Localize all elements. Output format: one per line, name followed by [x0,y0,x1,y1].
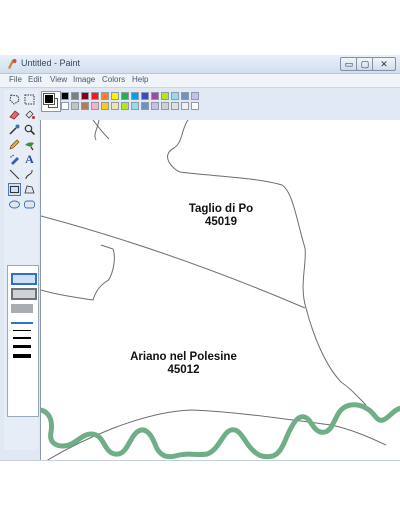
palette-swatch[interactable] [111,92,119,100]
paint-app-icon [8,59,17,69]
fill-icon[interactable] [23,108,36,121]
close-button[interactable]: ✕ [372,57,396,71]
menu-edit[interactable]: Edit [28,75,42,84]
map-border-line [41,244,115,301]
postal-code: 45019 [205,216,237,228]
airbrush-icon[interactable] [8,153,21,166]
place-label-ariano: Ariano nel Polesine 45012 [111,351,256,377]
palette-swatch[interactable] [181,102,189,110]
palette-swatch[interactable] [81,102,89,110]
color-palette [41,91,201,113]
palette-swatch[interactable] [111,102,119,110]
line-width-2[interactable] [13,337,31,339]
palette-swatch[interactable] [171,102,179,110]
map-border-line [41,215,306,309]
palette-swatch[interactable] [91,102,99,110]
current-colors[interactable] [41,91,61,112]
window-title: Untitled - Paint [21,58,81,68]
palette-swatch[interactable] [91,92,99,100]
drawing-canvas[interactable]: Taglio di Po 45019 Ariano nel Polesine 4… [40,120,400,461]
river-line [41,402,400,460]
place-name: Ariano nel Polesine [130,351,237,363]
palette-swatch[interactable] [151,102,159,110]
brush-icon[interactable] [23,138,36,151]
line-width-3[interactable] [13,345,31,348]
fill-style-fill[interactable] [11,304,33,313]
tool-options-panel [7,265,39,417]
menu-image[interactable]: Image [73,75,95,84]
palette-swatch[interactable] [101,102,109,110]
palette-swatch[interactable] [151,92,159,100]
pencil-icon[interactable] [8,138,21,151]
palette-swatch[interactable] [141,92,149,100]
ellipse-icon[interactable] [8,198,21,211]
fill-style-outline[interactable] [11,273,37,285]
menu-view[interactable]: View [50,75,67,84]
palette-swatch[interactable] [81,92,89,100]
palette-swatch[interactable] [131,92,139,100]
palette-swatch[interactable] [61,102,69,110]
rounded-rectangle-icon[interactable] [23,198,36,211]
palette-swatch[interactable] [141,102,149,110]
palette-swatch[interactable] [121,92,129,100]
palette-swatch[interactable] [121,102,129,110]
line-width-selected[interactable] [11,322,33,324]
rectangle-icon[interactable] [8,183,21,196]
menu-file[interactable]: File [9,75,22,84]
place-label-taglio: Taglio di Po 45019 [171,203,271,229]
title-bar[interactable]: Untitled - Paint ▭ ▢ ✕ [0,55,400,74]
select-icon[interactable] [23,93,36,106]
postal-code: 45012 [167,364,200,376]
window-bottom-edge [0,460,400,461]
palette-swatch[interactable] [161,92,169,100]
line-width-1[interactable] [13,330,31,331]
pick-color-icon[interactable] [8,123,21,136]
free-form-select-icon[interactable] [8,93,21,106]
line-width-4[interactable] [13,354,31,358]
polygon-icon[interactable] [23,183,36,196]
palette-swatch[interactable] [61,92,69,100]
fill-style-outline-fill[interactable] [11,288,37,300]
paint-window: Untitled - Paint ▭ ▢ ✕ File Edit View Im… [0,55,400,461]
place-name: Taglio di Po [188,203,254,215]
line-icon[interactable] [8,168,21,181]
palette-swatch[interactable] [71,92,79,100]
map-drawing [41,120,400,461]
text-icon[interactable]: A [23,153,36,166]
palette-swatch[interactable] [161,102,169,110]
palette-swatch[interactable] [191,102,199,110]
magnifier-icon[interactable] [23,123,36,136]
menu-bar: File Edit View Image Colors Help [0,74,400,88]
curve-icon[interactable] [23,168,36,181]
foreground-color [43,93,55,105]
menu-help[interactable]: Help [132,75,148,84]
toolbox: A [4,90,39,450]
palette-swatch[interactable] [131,102,139,110]
eraser-icon[interactable] [8,108,21,121]
palette-swatch[interactable] [191,92,199,100]
palette-swatch[interactable] [71,102,79,110]
menu-colors[interactable]: Colors [102,75,125,84]
palette-swatch[interactable] [181,92,189,100]
palette-swatch[interactable] [171,92,179,100]
palette-swatch[interactable] [101,92,109,100]
